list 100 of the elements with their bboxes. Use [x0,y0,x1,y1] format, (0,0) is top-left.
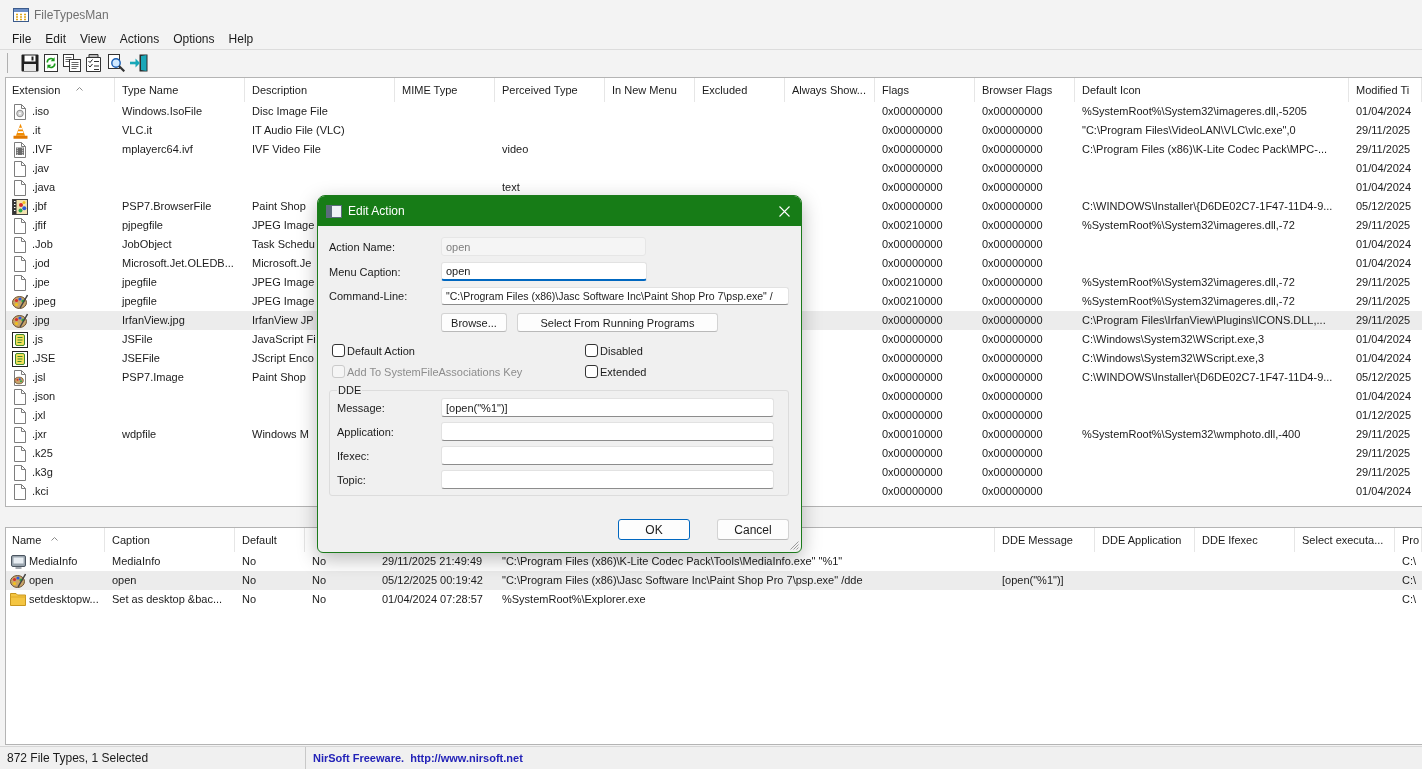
menu-item[interactable]: File [5,30,39,48]
table-cell: 0x00000000 [882,390,943,403]
table-cell: 0x00000000 [982,257,1043,270]
table-cell: "C:\Program Files\VideoLAN\VLC\vlc.exe",0 [1082,124,1296,137]
table-cell: 01/04/2024 [1356,238,1412,251]
checklist-icon[interactable] [86,54,102,72]
table-cell: 29/11/2025 [1356,219,1411,232]
column-header[interactable]: Excluded [695,78,785,102]
table-cell: Disc Image File [252,105,328,118]
table-cell: 0x00000000 [982,276,1043,289]
push-button[interactable]: Select From Running Programs [517,313,718,332]
table-cell: %SystemRoot%\System32\imageres.dll,-72 [1082,295,1295,308]
table-cell: 0x00000000 [982,371,1043,384]
column-header[interactable]: DDE Ifexec [1195,528,1295,552]
column-header[interactable]: Select executa... [1295,528,1395,552]
status-text: 872 File Types, 1 Selected [7,751,149,765]
column-header[interactable]: MIME Type [395,78,495,102]
column-header[interactable]: In New Menu [605,78,695,102]
table-cell: 01/04/2024 [1356,390,1412,403]
table-cell: No [312,555,327,568]
menu-item[interactable]: Actions [112,30,167,48]
field-label: Command-Line: [329,290,409,302]
field-label: Message: [337,401,386,414]
door-arrow-icon[interactable] [130,54,148,72]
table-cell: 29/11/2025 [1356,466,1411,479]
table-cell: 01/04/2024 [1356,333,1412,346]
blank-file-icon [14,255,26,272]
table-cell: 05/12/2025 00:19:42 [382,574,483,587]
column-header[interactable]: Extension [6,78,115,102]
table-cell: No [242,555,257,568]
table-cell: .it [32,124,41,137]
search-icon[interactable] [107,54,125,72]
table-cell: 29/11/2025 [1356,143,1411,156]
resize-grip-icon[interactable] [790,541,799,550]
table-cell: Task Schedu [252,238,315,251]
column-header[interactable]: Default Icon [1075,78,1349,102]
menu-item[interactable]: Help [221,30,261,48]
text-field[interactable] [441,470,774,489]
column-header[interactable]: Default [235,528,305,552]
menu-item[interactable]: Options [166,30,222,48]
checkbox[interactable] [585,365,598,378]
table-cell: .js [32,333,43,346]
table-cell: 0x00210000 [882,219,943,232]
table-cell: Microsoft.Jet.OLEDB... [122,257,234,270]
table-cell: 0x00000000 [982,409,1043,422]
table-cell: open [29,574,54,587]
table-cell: 0x00000000 [982,295,1043,308]
push-button[interactable]: OK [618,519,690,540]
column-header[interactable]: DDE Message [995,528,1095,552]
column-header[interactable]: Modified Ti [1349,78,1422,102]
film-file-icon [14,141,26,158]
column-header[interactable]: Always Show... [785,78,875,102]
blank-file-icon [14,274,26,291]
table-cell: IVF Video File [252,143,321,156]
status-link[interactable]: NirSoft Freeware. http://www.nirsoft.net [313,752,523,764]
table-cell: JSFile [122,333,153,346]
column-header[interactable]: Browser Flags [975,78,1075,102]
table-cell: 0x00000000 [882,162,943,175]
selected-row[interactable]: open open No No 05/12/2025 00:19:42 "C:\Program Files (x86)\Jasc Software Inc\Paint Shop Pro 7\psp.exe" /dde [open("%1")] C:\ [6,571,1422,590]
checkbox-label[interactable]: Disabled [600,344,643,357]
menu-item[interactable]: View [73,30,113,48]
checkbox-label[interactable]: Extended [600,365,647,378]
column-header[interactable]: Pro [1395,528,1422,552]
checkbox[interactable] [585,344,598,357]
checkbox-label[interactable]: Default Action [347,344,415,357]
push-button[interactable]: Browse... [441,313,507,332]
table-cell: IrfanView.jpg [122,314,185,327]
text-field[interactable]: open [441,262,647,281]
text-field[interactable]: [open("%1")] [441,398,774,417]
film-palette-icon [12,198,28,215]
table-cell: C:\Program Files\IrfanView\Plugins\ICONS.DLL,... [1082,314,1326,327]
table-cell: C:\Windows\System32\WScript.exe,3 [1082,333,1265,346]
table-cell: 05/12/2025 [1356,371,1412,384]
table-cell: IT Audio File (VLC) [252,124,345,137]
column-header[interactable]: Flags [875,78,975,102]
column-header[interactable]: Caption [105,528,235,552]
table-cell: 0x00010000 [882,428,943,441]
column-header[interactable]: Perceived Type [495,78,605,102]
table-cell: 0x00000000 [882,352,943,365]
push-button[interactable]: Cancel [717,519,789,540]
table-cell: No [242,593,257,606]
palette-file-icon [14,369,26,386]
menu-item[interactable]: Edit [38,30,74,48]
close-icon[interactable] [779,205,790,217]
column-header[interactable]: DDE Application [1095,528,1195,552]
table-cell: Windows M [252,428,309,441]
checkbox[interactable] [332,344,345,357]
column-header[interactable]: Name [6,528,105,552]
text-field[interactable] [441,446,774,465]
table-cell: "C:\Program Files (x86)\Jasc Software Inc\Paint Shop Pro 7\psp.exe" /dde [502,574,863,587]
table-cell: .jpeg [32,295,56,308]
text-field[interactable]: "C:\Program Files (x86)\Jasc Software Inc\Paint Shop Pro 7\psp.exe" / [441,287,789,305]
refresh-icon[interactable] [44,54,58,72]
column-header[interactable]: Description [245,78,395,102]
text-field[interactable] [441,422,774,441]
copy-icon[interactable] [63,54,81,72]
field-label: Topic: [337,473,367,486]
table-cell: .jxr [32,428,47,441]
table-cell: 0x00000000 [982,466,1043,479]
column-header[interactable]: Type Name [115,78,245,102]
